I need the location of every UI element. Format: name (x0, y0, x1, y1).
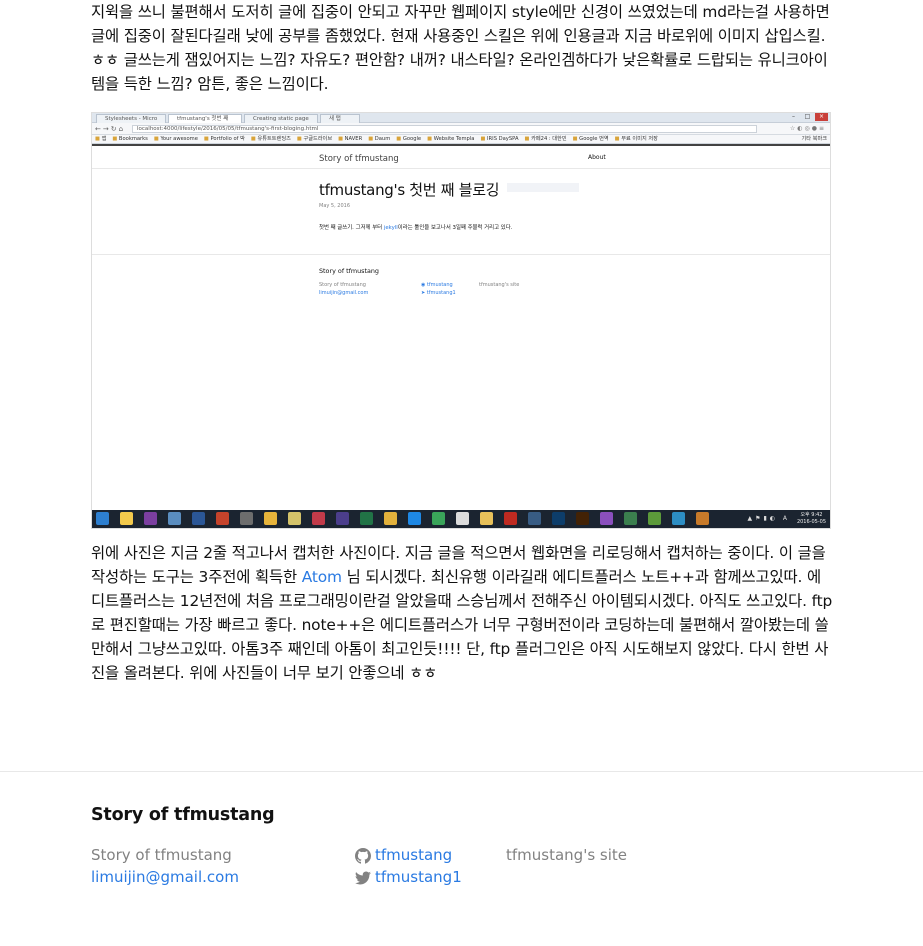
bookmark-item: 유튜트트렌딩즈 (251, 135, 290, 143)
app-icon (288, 512, 301, 525)
bookmark-item: NAVER (338, 135, 363, 143)
maximize-icon: □ (804, 113, 811, 120)
app-icon (264, 512, 277, 525)
bookmark-item: Google 번역 (573, 135, 609, 143)
bookmark-item: Google (396, 135, 421, 143)
start-icon (96, 512, 109, 525)
app-icon (624, 512, 637, 525)
window-controls: – □ × (787, 113, 828, 122)
footer-github-link[interactable]: tfmustang (375, 844, 452, 866)
footer-email-link[interactable]: limuijin@gmail.com (91, 866, 239, 888)
twitter-icon (355, 870, 371, 886)
post-screenshot-image: Stylesheets - Micro tfmustang's 첫번 째 Cre… (91, 112, 831, 529)
bookmark-item: 앱 (95, 135, 107, 143)
inner-site-title: Story of tfmustang (319, 154, 399, 164)
bookmarks-bar: 앱 Bookmarks Your awesome Portfolio of 박 … (92, 135, 830, 144)
app-icon (144, 512, 157, 525)
inner-footer-twitter: ➤ tfmustang1 (421, 290, 456, 296)
excel-icon (360, 512, 373, 525)
minimize-icon: – (792, 113, 795, 120)
browser-nav-icons: ←→↻⌂ (95, 125, 126, 133)
taskbar-clock: 오후 9:42 2016-05-05 (796, 512, 826, 525)
post-paragraph-2: 위에 사진은 지금 2줄 적고나서 캡처한 사진이다. 지금 글을 적으면서 웹… (91, 544, 833, 682)
close-icon: × (815, 113, 828, 121)
extension-icons: ☆◐◎●≡ (789, 125, 826, 132)
browser-tab: Stylesheets - Micro (96, 114, 166, 123)
app-icon (696, 512, 709, 525)
inner-post-title: tfmustang's 첫번 째 블로깅 (319, 181, 500, 199)
app-icon (456, 512, 469, 525)
github-icon (355, 848, 371, 864)
app-icon (600, 512, 613, 525)
system-tray: ▲⚑▮◐ A (747, 515, 790, 522)
chrome-icon (384, 512, 397, 525)
app-icon (336, 512, 349, 525)
atom-link[interactable]: Atom (302, 568, 342, 586)
powerpoint-icon (216, 512, 229, 525)
windows-taskbar: ▲⚑▮◐ A 오후 9:42 2016-05-05 (92, 510, 830, 528)
footer-site-name: Story of tfmustang (91, 846, 232, 864)
bookmark-item: IRIS DaySPA (480, 135, 519, 143)
inner-post-body: 첫번 째 글쓰기. 그저께 부터 jekyll이라는 툴인을 보고나서 3일째 … (319, 225, 513, 231)
footer-twitter-link[interactable]: tfmustang1 (375, 866, 462, 888)
inner-footer-email: limuijin@gmail.com (319, 290, 369, 296)
photoshop-icon (552, 512, 565, 525)
app-icon (120, 512, 133, 525)
app-icon (312, 512, 325, 525)
inner-post-date: May 5, 2016 (319, 203, 351, 209)
bookmark-item: Website Templa (427, 135, 475, 143)
browser-tab: Creating static page (244, 114, 318, 123)
bookmark-item: Portfolio of 박 (204, 135, 244, 143)
inner-footer-heading: Story of tfmustang (319, 267, 379, 275)
footer-description: tfmustang's site (506, 846, 627, 864)
inner-footer-name: Story of tfmustang (319, 282, 366, 288)
app-icon (528, 512, 541, 525)
app-icon (672, 512, 685, 525)
inner-jekyll-link: jekyll (383, 225, 398, 231)
app-icon (432, 512, 445, 525)
footer-heading: Story of tfmustang (91, 805, 275, 825)
bookmark-item: 카페24 : 대한민 (525, 135, 567, 143)
bookmark-item: Bookmarks (112, 135, 148, 143)
bookmark-item: 무료 이미지 저장 (615, 135, 658, 143)
bookmark-item: Your awesome (154, 135, 197, 143)
app-icon (240, 512, 253, 525)
url-field: localhost:4000/lifestyle/2016/05/05/tfmu… (132, 125, 757, 133)
folder-icon (480, 512, 493, 525)
app-icon (648, 512, 661, 525)
bookmark-item: Daum (368, 135, 391, 143)
inner-site-header: Story of tfmustang About (92, 144, 830, 169)
inner-ghost-overlay (507, 183, 579, 192)
inner-footer-desc: tfmustang's site (479, 282, 520, 288)
inner-footer-divider (92, 254, 830, 255)
browser-tab: tfmustang's 첫번 째 (168, 114, 242, 123)
bookmark-item: 구글드라이브 (297, 135, 332, 143)
post-paragraph-1: 지윅을 쓰니 불편해서 도저히 글에 집중이 안되고 자꾸만 웹페이지 styl… (91, 3, 830, 93)
word-icon (192, 512, 205, 525)
browser-address-bar: ←→↻⌂ localhost:4000/lifestyle/2016/05/05… (92, 123, 830, 135)
ie-icon (408, 512, 421, 525)
browser-tab: 새 탭 (320, 114, 360, 123)
site-footer: Story of tfmustang Story of tfmustang li… (0, 771, 923, 946)
app-icon (168, 512, 181, 525)
filezilla-icon (504, 512, 517, 525)
illustrator-icon (576, 512, 589, 525)
bookmarks-other: 기타 북마크 (801, 136, 827, 142)
inner-footer-github: ◉ tfmustang (421, 282, 453, 288)
inner-nav-about: About (588, 154, 606, 161)
browser-tabbar: Stylesheets - Micro tfmustang's 첫번 째 Cre… (92, 113, 830, 123)
